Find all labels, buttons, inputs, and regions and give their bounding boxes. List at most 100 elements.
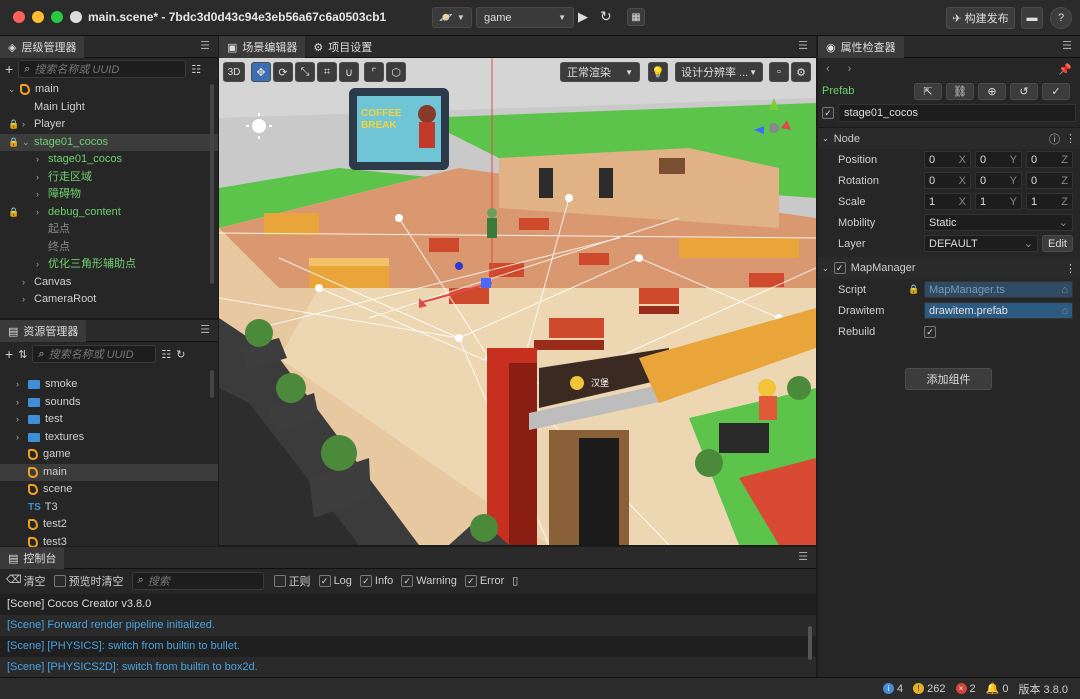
tree-item[interactable]: › 优化三角形辅助点 xyxy=(0,256,218,274)
gear-icon[interactable]: ⚙ xyxy=(791,62,811,82)
locate-icon[interactable]: ⊕ xyxy=(978,82,1006,100)
asset-icon[interactable]: ⌂ xyxy=(1061,284,1068,296)
platform-icon-dropdown[interactable]: 🪐 ▼ xyxy=(432,7,472,28)
scrollbar[interactable] xyxy=(808,626,812,660)
pivot-icon[interactable]: ⌜ xyxy=(364,62,384,82)
add-icon[interactable]: + xyxy=(5,61,13,77)
scale-x-input[interactable]: 1X xyxy=(924,193,971,210)
position-y-input[interactable]: 0Y xyxy=(975,151,1022,168)
rotation-x-input[interactable]: 0X xyxy=(924,172,971,189)
asset-item[interactable]: test2 xyxy=(0,516,218,534)
revert-icon[interactable]: ↺ xyxy=(1010,82,1038,100)
console-line[interactable]: [Scene] [PHYSICS]: switch from builtin t… xyxy=(0,636,816,657)
asset-item[interactable]: › test xyxy=(0,411,218,429)
add-component-button[interactable]: 添加组件 xyxy=(905,368,992,390)
lock-icon[interactable]: 🔒 xyxy=(8,116,19,134)
scrollbar[interactable] xyxy=(210,84,214,284)
forward-icon[interactable]: › xyxy=(848,63,852,75)
scene-viewport[interactable]: COFFEE BREAK 汉堡 xyxy=(219,58,816,545)
tree-item[interactable]: › 行走区域 xyxy=(0,169,218,187)
add-icon[interactable]: + xyxy=(5,346,13,362)
info-count[interactable]: i4 xyxy=(883,683,903,695)
component-enabled-checkbox[interactable]: ✓ xyxy=(833,262,846,274)
lightbulb-icon[interactable]: 💡 xyxy=(648,62,668,82)
tab-project-settings[interactable]: ⚙ 项目设置 xyxy=(305,36,380,58)
tree-item[interactable]: 🔒 › debug_content xyxy=(0,204,218,222)
rotate-tool-icon[interactable]: ⟳ xyxy=(273,62,293,82)
console-line[interactable]: [Scene] Cocos Creator v3.8.0 xyxy=(0,594,816,615)
move-tool-icon[interactable]: ✥ xyxy=(251,62,271,82)
hierarchy-search-input[interactable]: ⌕ 搜索名称或 UUID xyxy=(18,60,187,78)
error-count[interactable]: × 2 xyxy=(955,683,976,695)
asset-icon[interactable]: ⌂ xyxy=(1061,305,1068,317)
asset-item[interactable]: › sounds xyxy=(0,394,218,412)
more-icon[interactable]: ⋮ xyxy=(1065,132,1076,145)
document-icon[interactable]: ▯ xyxy=(512,574,518,587)
rect-tool-icon[interactable]: ⌗ xyxy=(317,62,337,82)
chevron-down-icon[interactable]: ⌄ xyxy=(822,134,829,143)
tree-item[interactable]: ⌄ main xyxy=(0,81,218,99)
layer-select[interactable]: DEFAULT ⌄ xyxy=(924,235,1038,252)
regex-checkbox[interactable] xyxy=(273,574,286,587)
info-checkbox[interactable]: ✓ xyxy=(359,574,372,587)
tab-inspector[interactable]: ◉ 属性检查器 xyxy=(818,36,904,58)
edit-layer-button[interactable]: Edit xyxy=(1042,235,1073,252)
node-name-input[interactable]: stage01_cocos xyxy=(838,104,1076,122)
help-icon[interactable]: ⓘ xyxy=(1049,131,1060,147)
menu-icon[interactable]: ☰ xyxy=(790,547,816,568)
menu-icon[interactable]: ☰ xyxy=(790,36,816,57)
open-prefab-icon[interactable]: ⇱ xyxy=(914,82,942,100)
toggle-3d-button[interactable]: 3D xyxy=(223,62,245,82)
asset-item-selected[interactable]: main xyxy=(0,463,218,481)
global-local-icon[interactable]: ⬡ xyxy=(386,62,406,82)
console-search-input[interactable]: ⌕ 搜索 xyxy=(131,571,264,590)
help-icon[interactable]: ? xyxy=(1050,7,1072,29)
tree-item[interactable]: 起点 xyxy=(0,221,218,239)
drawitem-asset-field[interactable]: drawitem.prefab ⌂ xyxy=(924,302,1073,319)
unlink-icon[interactable]: ⛓ xyxy=(946,82,974,100)
minimize-window-button[interactable] xyxy=(32,11,44,23)
list-icon[interactable]: ☷ xyxy=(161,348,171,361)
close-window-button[interactable] xyxy=(13,11,25,23)
preview-clear-checkbox[interactable] xyxy=(53,574,66,587)
console-line[interactable]: [Scene] Forward render pipeline initiali… xyxy=(0,615,816,636)
tab-console[interactable]: ▤ 控制台 xyxy=(0,547,65,569)
asset-item[interactable]: game xyxy=(0,446,218,464)
sort-icon[interactable]: ⇅ xyxy=(18,348,27,361)
tab-hierarchy[interactable]: ◈ 层级管理器 xyxy=(0,36,85,58)
assets-search-input[interactable]: ⌕ 搜索名称或 UUID xyxy=(32,345,157,363)
apply-icon[interactable]: ✓ xyxy=(1042,82,1070,100)
folder-icon[interactable]: ▬ xyxy=(1021,7,1043,29)
play-icon[interactable]: ▶ xyxy=(578,9,588,25)
resolution-select[interactable]: 设计分辨率 ... ▼ xyxy=(675,62,763,82)
tree-item[interactable]: Main Light xyxy=(0,99,218,117)
menu-icon[interactable]: ☰ xyxy=(1054,36,1080,57)
pin-icon[interactable]: 📌 xyxy=(1058,63,1072,76)
render-mode-select[interactable]: 正常渲染 ▼ xyxy=(560,62,640,82)
tree-item[interactable]: › 障碍物 xyxy=(0,186,218,204)
rebuild-checkbox[interactable]: ✓ xyxy=(924,325,936,338)
log-checkbox[interactable]: ✓ xyxy=(318,574,331,587)
chevron-down-icon[interactable]: ⌄ xyxy=(822,264,829,273)
scale-y-input[interactable]: 1Y xyxy=(975,193,1022,210)
scale-tool-icon[interactable]: ⤡ xyxy=(295,62,315,82)
position-x-input[interactable]: 0X xyxy=(924,151,971,168)
menu-icon[interactable]: ☰ xyxy=(192,36,218,57)
tab-assets[interactable]: ▤ 资源管理器 xyxy=(0,320,87,342)
tree-item-selected[interactable]: 🔒 ⌄ stage01_cocos xyxy=(0,133,218,152)
refresh-icon[interactable]: ↻ xyxy=(600,8,612,25)
mobility-select[interactable]: Static ⌄ xyxy=(924,214,1073,231)
position-z-input[interactable]: 0Z xyxy=(1026,151,1073,168)
lock-icon[interactable]: 🔒 xyxy=(8,134,19,152)
node-active-checkbox[interactable]: ✓ xyxy=(822,107,834,119)
tab-scene-editor[interactable]: ▣ 场景编辑器 xyxy=(219,36,306,58)
asset-item[interactable]: scene xyxy=(0,481,218,499)
tree-item[interactable]: 🔒 › Player xyxy=(0,116,218,134)
sort-icon[interactable]: ☷ xyxy=(191,63,201,76)
back-icon[interactable]: ‹ xyxy=(826,63,830,75)
more-icon[interactable]: ⋮ xyxy=(1065,262,1076,275)
platform-select[interactable]: game ▼ xyxy=(476,7,574,28)
error-checkbox[interactable]: ✓ xyxy=(464,574,477,587)
refresh-icon[interactable]: ↻ xyxy=(176,348,185,361)
menu-icon[interactable]: ☰ xyxy=(192,320,218,341)
